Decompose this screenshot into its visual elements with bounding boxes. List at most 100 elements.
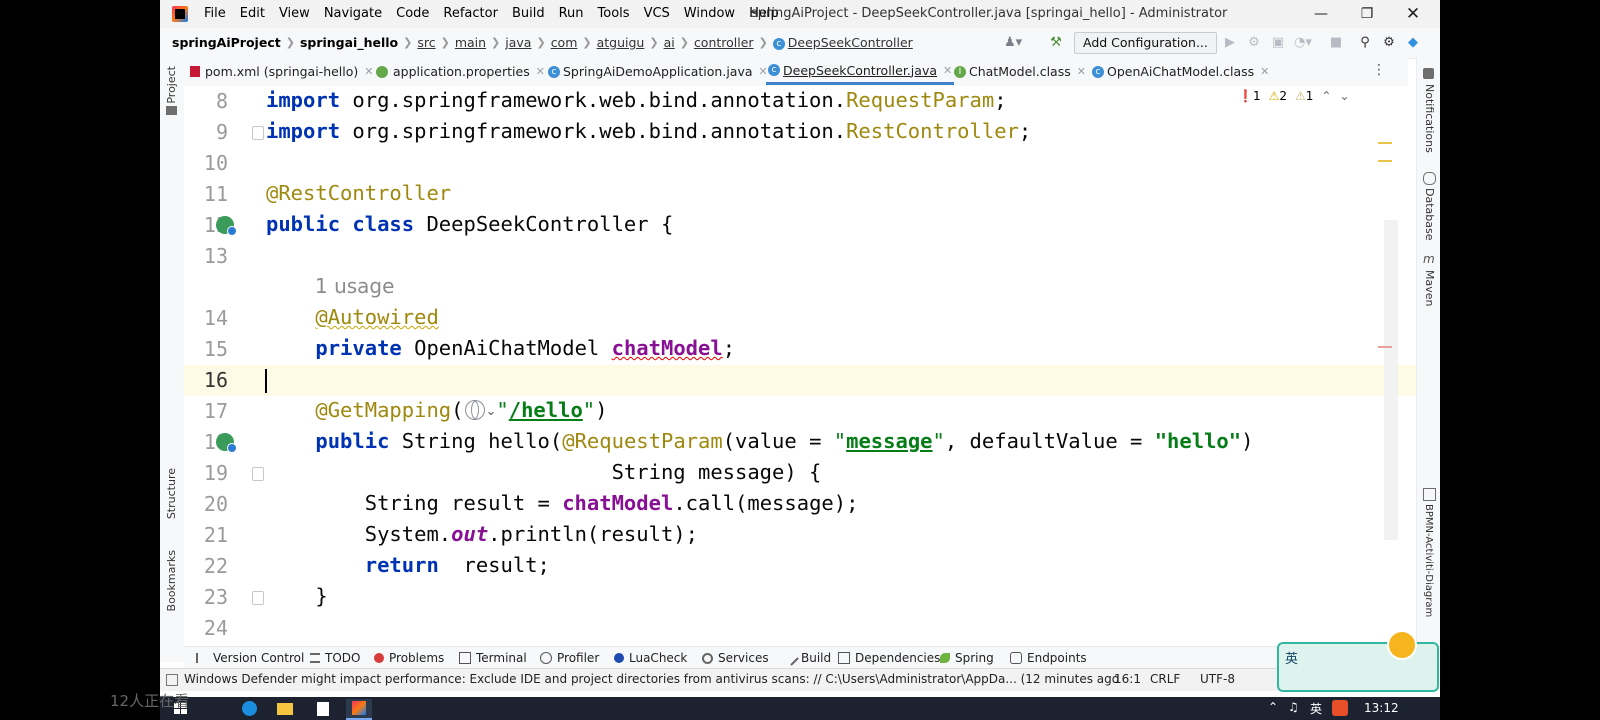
- menu-run[interactable]: Run: [559, 6, 584, 21]
- menu-vcs[interactable]: VCS: [644, 6, 670, 21]
- bpmn-diagram-tool-button[interactable]: BPMN-Activiti-Diagram: [1423, 504, 1434, 617]
- menu-refactor[interactable]: Refactor: [443, 6, 498, 21]
- menu-edit[interactable]: Edit: [240, 6, 265, 21]
- usage-hint[interactable]: 1 usage: [184, 272, 1416, 303]
- structure-tool-button[interactable]: Structure: [165, 468, 178, 519]
- status-message[interactable]: Windows Defender might impact performanc…: [184, 672, 1119, 686]
- warning-stripe[interactable]: [1378, 160, 1392, 162]
- status-toggle-icon[interactable]: [166, 674, 178, 686]
- crumb-project[interactable]: springAiProject: [172, 35, 281, 50]
- spring-tool[interactable]: Spring: [940, 651, 994, 665]
- problems-tool[interactable]: Problems: [374, 651, 444, 665]
- tab-pom-xml[interactable]: pom.xml (springai-hello) ✕: [190, 58, 374, 85]
- inspection-widget[interactable]: ❗1 ⚠2 ⚠1 ⌃ ⌄: [1238, 89, 1350, 103]
- maven-tool-button[interactable]: Maven: [1423, 270, 1436, 306]
- crumb-java[interactable]: java: [505, 35, 531, 50]
- warning-stripe[interactable]: [1378, 142, 1392, 144]
- close-tab-icon[interactable]: ✕: [1077, 65, 1086, 78]
- crumb-class[interactable]: c DeepSeekController: [772, 35, 913, 50]
- crumb-ai[interactable]: ai: [664, 35, 675, 50]
- profile-icon[interactable]: ◔▾: [1294, 35, 1312, 51]
- taskbar-clock[interactable]: 13:12: [1364, 701, 1399, 715]
- editor-scrollbar[interactable]: [1384, 220, 1398, 540]
- close-tab-icon[interactable]: ✕: [943, 64, 952, 77]
- version-control-tool[interactable]: Version Control: [196, 651, 304, 665]
- menu-tools[interactable]: Tools: [598, 6, 630, 21]
- chevron-down-icon[interactable]: ⌄: [1339, 89, 1349, 103]
- error-stripe[interactable]: [1378, 346, 1392, 348]
- endpoints-tool[interactable]: Endpoints: [1010, 651, 1087, 665]
- crumb-com[interactable]: com: [551, 35, 578, 50]
- fold-marker[interactable]: [252, 591, 264, 605]
- build-hammer-icon[interactable]: ⚒: [1048, 35, 1064, 51]
- class-icon: c: [1092, 65, 1104, 78]
- plugin-update-icon[interactable]: ◆: [1405, 35, 1421, 51]
- file-encoding[interactable]: UTF-8: [1200, 672, 1235, 686]
- endpoint-gutter-icon[interactable]: [216, 433, 237, 453]
- luacheck-tool[interactable]: LuaCheck: [614, 651, 687, 665]
- line-separator[interactable]: CRLF: [1150, 672, 1180, 686]
- crumb-atguigu[interactable]: atguigu: [597, 35, 645, 50]
- database-tool-button[interactable]: Database: [1423, 188, 1436, 241]
- crumb-controller[interactable]: controller: [694, 35, 754, 50]
- tab-springaidemoapplication[interactable]: c SpringAiDemoApplication.java ✕: [548, 58, 768, 85]
- tab-chatmodel-class[interactable]: I ChatModel.class ✕: [954, 58, 1086, 85]
- project-tool-button[interactable]: Project: [165, 66, 178, 104]
- add-configuration-button[interactable]: Add Configuration...: [1074, 32, 1217, 54]
- close-tab-icon[interactable]: ✕: [1260, 65, 1269, 78]
- coverage-icon[interactable]: ▣: [1270, 35, 1286, 51]
- crumb-module[interactable]: springai_hello: [300, 35, 398, 50]
- problems-icon: [374, 653, 384, 663]
- close-window-button[interactable]: ✕: [1390, 0, 1436, 28]
- stop-icon[interactable]: ■: [1328, 35, 1344, 51]
- todo-tool[interactable]: TODO: [310, 651, 360, 665]
- file-explorer-icon[interactable]: [272, 699, 298, 718]
- weak-warning-icon: ⚠: [1295, 89, 1306, 103]
- globe-icon[interactable]: [465, 400, 486, 420]
- menu-file[interactable]: File: [204, 6, 226, 21]
- profiler-tool[interactable]: Profiler: [540, 651, 599, 665]
- crumb-src[interactable]: src: [417, 35, 435, 50]
- bookmarks-tool-button[interactable]: Bookmarks: [165, 550, 178, 611]
- chevron-up-icon[interactable]: ⌃: [1321, 89, 1331, 103]
- intellij-taskbar-icon[interactable]: [346, 699, 372, 720]
- code-editor[interactable]: 8 import org.springframework.web.bind.an…: [184, 86, 1416, 646]
- debug-icon[interactable]: ⚙: [1246, 35, 1262, 51]
- maximize-button[interactable]: ❐: [1344, 0, 1390, 28]
- maven-icon: [190, 66, 200, 77]
- sogou-ime-icon[interactable]: [1332, 700, 1348, 716]
- crumb-main[interactable]: main: [455, 35, 486, 50]
- run-icon[interactable]: ▶: [1222, 35, 1238, 51]
- tray-chevron-icon[interactable]: ⌃: [1268, 700, 1278, 714]
- close-tab-icon[interactable]: ✕: [536, 65, 545, 78]
- services-tool[interactable]: Services: [702, 651, 769, 665]
- dependencies-tool[interactable]: Dependencies: [838, 651, 940, 665]
- notifications-tool-button[interactable]: Notifications: [1423, 84, 1436, 153]
- tab-deepseekcontroller[interactable]: c DeepSeekController.java ✕: [766, 58, 955, 85]
- menu-view[interactable]: View: [279, 6, 310, 21]
- menu-window[interactable]: Window: [684, 6, 735, 21]
- tab-menu-icon[interactable]: ⋮: [1372, 62, 1386, 78]
- ime-toolbar[interactable]: 英: [1277, 630, 1439, 692]
- fold-marker[interactable]: [252, 467, 264, 481]
- settings-gear-icon[interactable]: ⚙: [1381, 35, 1397, 51]
- user-icon[interactable]: ♟▾: [1004, 35, 1022, 51]
- menu-code[interactable]: Code: [396, 6, 429, 21]
- code-line: 12 public class DeepSeekController {: [184, 210, 1416, 241]
- volume-icon[interactable]: ♫: [1288, 700, 1299, 714]
- menu-build[interactable]: Build: [512, 6, 545, 21]
- terminal-tool[interactable]: Terminal: [459, 651, 527, 665]
- tab-openaichatmodel-class[interactable]: c OpenAiChatModel.class ✕: [1092, 58, 1269, 85]
- tray-ime-label[interactable]: 英: [1310, 700, 1322, 717]
- spring-bean-gutter-icon[interactable]: [216, 216, 237, 236]
- minimize-button[interactable]: —: [1298, 0, 1344, 28]
- build-tool[interactable]: Build: [783, 650, 831, 666]
- close-tab-icon[interactable]: ✕: [364, 65, 373, 78]
- edge-browser-icon[interactable]: [236, 699, 262, 718]
- menu-navigate[interactable]: Navigate: [324, 6, 382, 21]
- notepad-icon[interactable]: [310, 699, 336, 718]
- caret-position[interactable]: 16:1: [1114, 672, 1141, 686]
- tab-application-properties[interactable]: application.properties ✕: [376, 58, 545, 85]
- fold-marker[interactable]: [252, 126, 264, 140]
- search-icon[interactable]: ⚲: [1357, 35, 1373, 51]
